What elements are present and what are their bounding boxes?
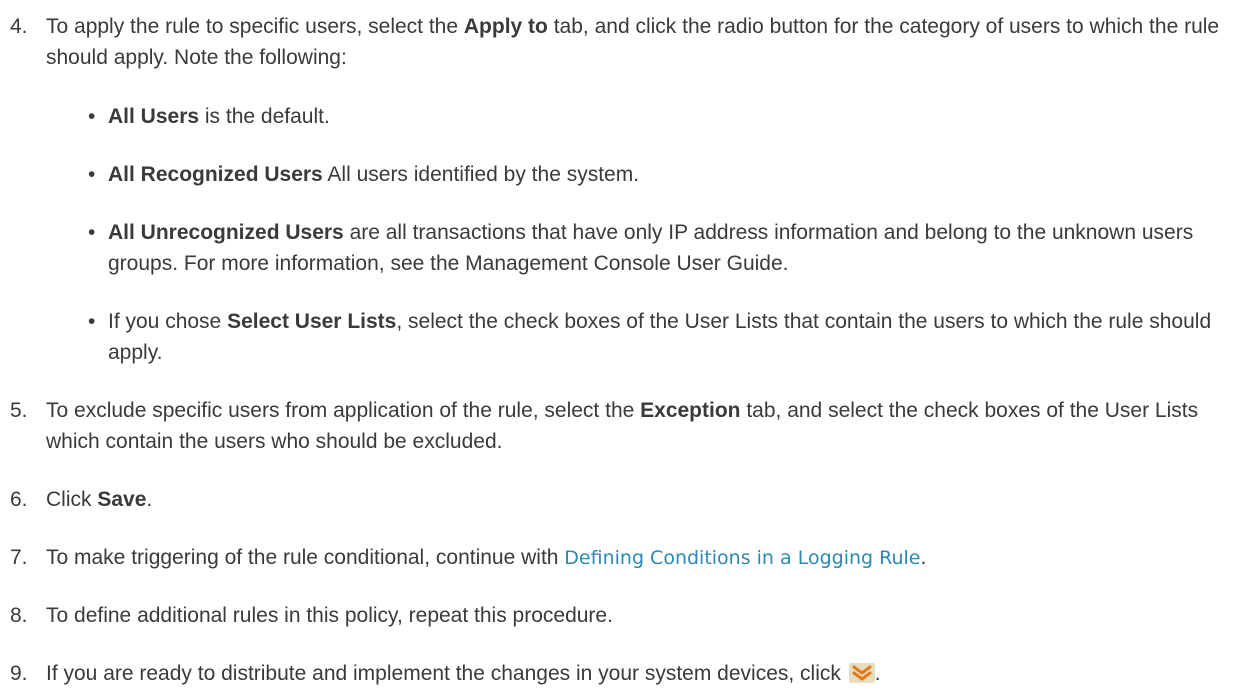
ui-term-save: Save (97, 488, 147, 511)
ui-term-apply-to: Apply to (463, 15, 548, 38)
bullet-dot: • (88, 163, 96, 186)
document-body: 4. To apply the rule to specific users, … (0, 0, 1257, 695)
step-number: 9. (10, 662, 28, 685)
defining-conditions-link[interactable]: Defining Conditions in a Logging Rule (564, 547, 920, 569)
step-text: To define additional rules in this polic… (46, 604, 613, 627)
step-number: 4. (10, 15, 28, 38)
step-text: If you are ready to distribute and imple… (46, 661, 881, 685)
step-text: Click Save. (46, 488, 153, 511)
bullet-dot: • (88, 105, 96, 128)
step-text: To make triggering of the rule condition… (46, 546, 927, 569)
bullet-dot: • (88, 221, 96, 244)
step-number: 6. (10, 488, 28, 511)
step-text: To apply the rule to specific users, sel… (46, 15, 1220, 69)
bullet-dot: • (88, 310, 96, 333)
ui-term-exception: Exception (640, 399, 741, 422)
step-number: 8. (10, 604, 28, 627)
step-text: To exclude specific users from applicati… (46, 399, 1199, 453)
step-number: 7. (10, 546, 28, 569)
step-number: 5. (10, 399, 28, 422)
double-chevron-down-icon (848, 661, 875, 683)
